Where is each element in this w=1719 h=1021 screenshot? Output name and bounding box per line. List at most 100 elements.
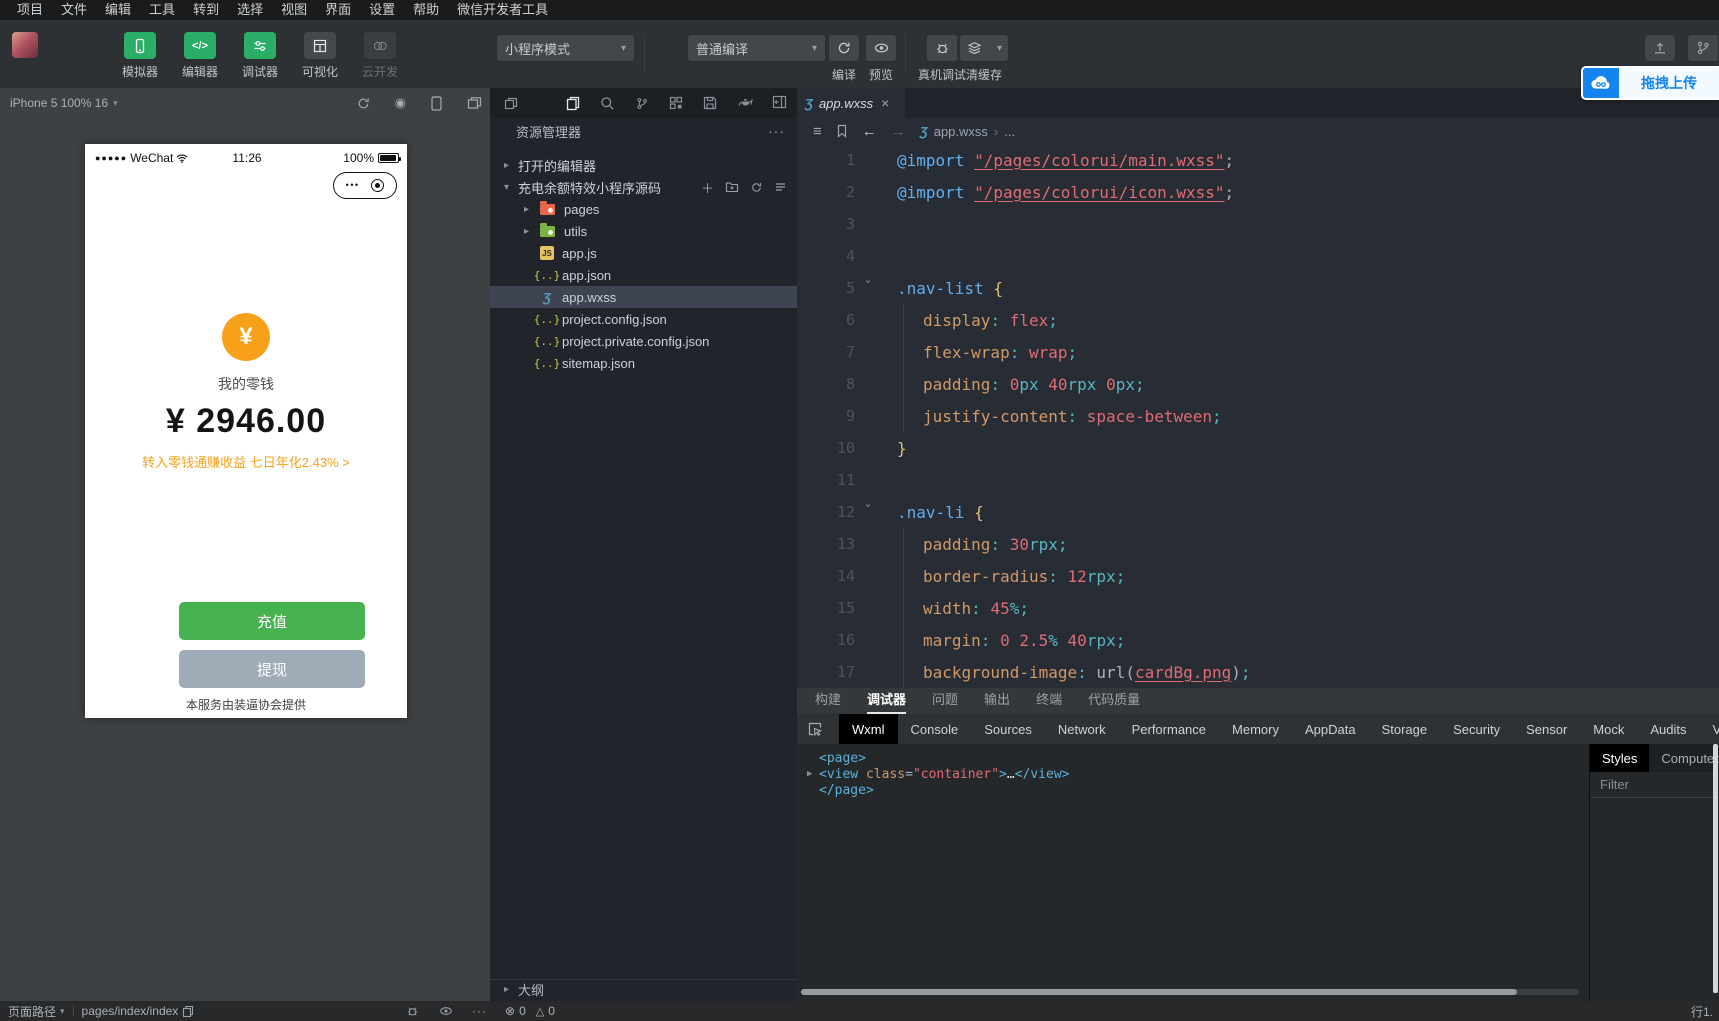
devtools-tab-Sensor[interactable]: Sensor [1513, 714, 1580, 744]
wxml-node[interactable]: <page> [807, 750, 1589, 766]
panel-tab-输出[interactable]: 输出 [984, 688, 1010, 714]
code-line-7[interactable]: 7 flex-wrap: wrap; [797, 336, 1719, 368]
refresh-icon[interactable] [750, 181, 763, 194]
preview-button[interactable]: 预览 [866, 35, 896, 83]
devtools-tab-Memory[interactable]: Memory [1219, 714, 1292, 744]
file-tree-item-sitemap.json[interactable]: {..} sitemap.json [490, 352, 797, 374]
close-icon[interactable]: × [881, 95, 889, 111]
code-line-6[interactable]: 6 display: flex; [797, 304, 1719, 336]
compile-mode-select[interactable]: 普通编译 ▾ [688, 35, 825, 61]
project-root[interactable]: ▾ 充电余额特效小程序源码 ＋ [490, 176, 797, 198]
devtools-tab-AppData[interactable]: AppData [1292, 714, 1369, 744]
code-line-8[interactable]: 8 padding: 0 px 40 rpx 0 px; [797, 368, 1719, 400]
menu-item-微信开发者工具[interactable]: 微信开发者工具 [448, 0, 557, 20]
record-icon[interactable]: ◉ [395, 95, 406, 111]
device-debug-button[interactable]: 真机调试 [918, 35, 966, 83]
devtools-tab-Sources[interactable]: Sources [971, 714, 1045, 744]
device-selector[interactable]: iPhone 5 100% 16 ▾ [10, 96, 118, 110]
simulator-toggle-button[interactable]: 模拟器 [118, 32, 162, 80]
menu-item-帮助[interactable]: 帮助 [404, 0, 448, 20]
save-icon[interactable] [703, 96, 717, 110]
devtools-tab-Wxml[interactable]: Wxml [839, 714, 898, 744]
panel-tab-问题[interactable]: 问题 [932, 688, 958, 714]
code-line-14[interactable]: 14 border-radius: 12 rpx; [797, 560, 1719, 592]
back-icon[interactable]: ← [862, 123, 877, 140]
devtools-tab-Storage[interactable]: Storage [1369, 714, 1441, 744]
code-line-16[interactable]: 16 margin: 0 2.5% 40 rpx; [797, 624, 1719, 656]
styles-tab-Styles[interactable]: Styles [1590, 744, 1650, 772]
capsule-close-icon[interactable] [371, 179, 385, 192]
drag-upload-badge[interactable]: 拖拽上传 [1581, 66, 1719, 100]
panel-tab-调试器[interactable]: 调试器 [867, 688, 907, 714]
git-branch-icon[interactable] [635, 96, 649, 111]
code-line-10[interactable]: 10 } [797, 432, 1719, 464]
menu-item-工具[interactable]: 工具 [140, 0, 184, 20]
wallet-yield-link[interactable]: 转入零钱通赚收益 七日年化2.43% > [85, 452, 407, 471]
devtools-tab-Performance[interactable]: Performance [1119, 714, 1219, 744]
file-tree-item-project.private.config.json[interactable]: {..} project.private.config.json [490, 330, 797, 352]
file-tree-item-pages[interactable]: ▸ pages [490, 198, 797, 220]
panel-tab-构建[interactable]: 构建 [815, 688, 841, 714]
devtools-tab-Security[interactable]: Security [1440, 714, 1513, 744]
panel-tab-终端[interactable]: 终端 [1036, 688, 1062, 714]
forward-icon[interactable]: → [891, 123, 906, 140]
file-tree-item-app.wxss[interactable]: Ʒapp.wxss [490, 286, 797, 308]
styles-tab-Computed[interactable]: Computed [1649, 744, 1719, 772]
file-tree-item-utils[interactable]: ▸ utils [490, 220, 797, 242]
devtools-tab-Vulnerability[interactable]: Vulnerability [1699, 714, 1719, 744]
bookmark-icon[interactable] [836, 124, 848, 138]
new-file-icon[interactable]: ＋ [701, 178, 714, 197]
wxml-tree[interactable]: <page> ▶ <view class="container">…</view… [797, 744, 1589, 1001]
wxml-node[interactable]: </page> [807, 782, 1589, 798]
warning-count[interactable]: △ 0 [536, 1004, 555, 1018]
code-line-3[interactable]: 3 [797, 208, 1719, 240]
device-frame-icon[interactable] [430, 95, 443, 111]
compile-button[interactable]: 编译 [829, 35, 859, 83]
menu-item-文件[interactable]: 文件 [52, 0, 96, 20]
code-line-11[interactable]: 11 [797, 464, 1719, 496]
code-line-9[interactable]: 9 justify-content: space-between; [797, 400, 1719, 432]
menu-item-视图[interactable]: 视图 [272, 0, 316, 20]
files-icon[interactable] [566, 96, 580, 111]
code-line-13[interactable]: 13 padding: 30 rpx; [797, 528, 1719, 560]
code-line-17[interactable]: 17 background-image: url(cardBg.png); [797, 656, 1719, 688]
collapse-panel-icon[interactable] [772, 95, 787, 109]
file-tree-item-app.js[interactable]: JS app.js [490, 242, 797, 264]
cursor-position[interactable]: 行1. [1691, 1003, 1713, 1020]
page-path-selector[interactable]: 页面路径 ▾ [8, 1003, 65, 1020]
styles-filter-input[interactable]: Filter [1590, 772, 1719, 798]
outline-section[interactable]: ▸ 大纲 [490, 979, 797, 999]
editor-toggle-button[interactable]: </> 编辑器 [178, 32, 222, 80]
debugger-toggle-button[interactable]: 调试器 [238, 32, 282, 80]
visual-toggle-button[interactable]: 可视化 [298, 32, 342, 80]
teapot-icon[interactable] [737, 96, 754, 110]
inspect-element-icon[interactable] [807, 721, 823, 737]
cloud-dev-button[interactable]: 云开发 [358, 32, 402, 80]
devtools-tab-Network[interactable]: Network [1045, 714, 1119, 744]
devtools-tab-Audits[interactable]: Audits [1637, 714, 1699, 744]
file-tree-item-project.config.json[interactable]: {..} project.config.json [490, 308, 797, 330]
copy-icon[interactable] [182, 1005, 194, 1018]
wxml-node[interactable]: ▶ <view class="container">…</view> [807, 766, 1589, 782]
withdraw-button[interactable]: 提现 [179, 650, 365, 688]
menu-item-选择[interactable]: 选择 [228, 0, 272, 20]
menu-item-项目[interactable]: 项目 [8, 0, 52, 20]
menu-item-编辑[interactable]: 编辑 [96, 0, 140, 20]
code-lines[interactable]: 1 @import "/pages/colorui/main.wxss"; 2 … [797, 144, 1719, 688]
horizontal-scrollbar[interactable] [801, 989, 1579, 995]
code-line-5[interactable]: 5 ˇ .nav-list { [797, 272, 1719, 304]
new-folder-icon[interactable] [725, 181, 739, 193]
code-line-2[interactable]: 2 @import "/pages/colorui/icon.wxss"; [797, 176, 1719, 208]
restore-window-icon[interactable] [504, 97, 518, 110]
rotate-icon[interactable] [356, 96, 371, 111]
more-icon[interactable]: ··· [472, 1004, 487, 1018]
tab-app-wxss[interactable]: Ʒ app.wxss × [797, 88, 905, 118]
more-actions-icon[interactable]: ··· [768, 123, 785, 139]
vertical-scrollbar[interactable] [1713, 744, 1718, 993]
extensions-icon[interactable] [669, 96, 683, 110]
eye-icon[interactable] [438, 1004, 454, 1018]
open-editors-section[interactable]: ▸ 打开的编辑器 [490, 154, 797, 176]
version-control-button[interactable] [1688, 35, 1718, 61]
capsule-menu[interactable]: ••• [333, 172, 397, 199]
code-line-1[interactable]: 1 @import "/pages/colorui/main.wxss"; [797, 144, 1719, 176]
